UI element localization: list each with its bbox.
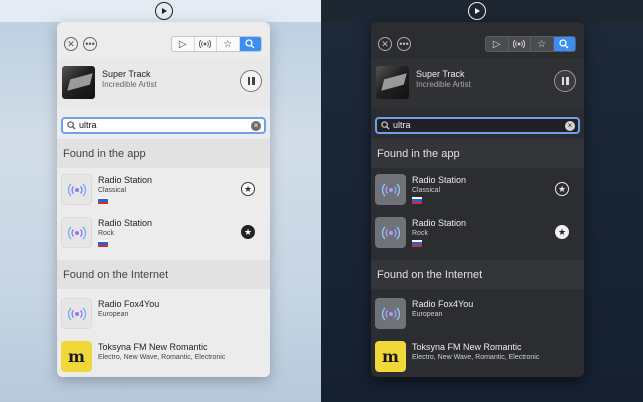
search-icon	[381, 121, 390, 130]
favorite-star-icon[interactable]: ★	[555, 182, 569, 196]
search-icon[interactable]	[553, 37, 575, 51]
russia-flag-icon	[412, 240, 422, 247]
station-genre: Electro, New Wave, Romantic, Electronic	[98, 354, 226, 361]
search-icon	[67, 121, 76, 130]
more-icon[interactable]: •••	[397, 37, 411, 51]
list-item[interactable]: Radio Station Rock ★	[371, 211, 584, 254]
pause-icon	[561, 77, 569, 85]
menu-bar	[0, 0, 321, 22]
radio-waves-icon[interactable]	[509, 37, 531, 51]
search-value: ultra	[79, 120, 97, 130]
radio-waves-icon	[375, 217, 406, 248]
search-area: ultra ×	[57, 108, 270, 139]
favorite-star-icon[interactable]: ★	[241, 225, 255, 239]
station-genre: Rock	[98, 230, 114, 237]
close-icon[interactable]: ✕	[378, 37, 392, 51]
light-theme-panel: ✕ ••• ▷ ☆ Super Track Incredible Artist	[0, 0, 321, 402]
list-item[interactable]: m Toksyna FM New Romantic Electro, New W…	[371, 335, 584, 377]
pause-icon	[247, 77, 255, 85]
station-genre: European	[98, 311, 129, 318]
more-icon[interactable]: •••	[83, 37, 97, 51]
radio-waves-icon	[61, 298, 92, 329]
section-found-on-internet: Found on the Internet	[57, 260, 270, 289]
search-value: ultra	[393, 120, 411, 130]
view-tabs: ▷ ☆	[485, 36, 576, 52]
play-circle-icon[interactable]	[468, 2, 486, 20]
track-title: Super Track	[102, 69, 151, 79]
station-title: Radio Fox4You	[412, 299, 474, 309]
station-title: Toksyna FM New Romantic	[98, 342, 208, 352]
star-icon[interactable]: ☆	[531, 37, 554, 51]
close-icon[interactable]: ✕	[64, 37, 78, 51]
station-title: Toksyna FM New Romantic	[412, 342, 522, 352]
album-art	[62, 66, 95, 99]
station-genre: Classical	[98, 187, 127, 194]
station-title: Radio Station	[98, 175, 153, 185]
list-item[interactable]: Radio Station Classical ★	[57, 168, 270, 211]
album-art	[376, 66, 409, 99]
clear-icon[interactable]: ×	[251, 120, 261, 131]
station-title: Radio Fox4You	[98, 299, 160, 309]
station-title: Radio Station	[98, 218, 153, 228]
radio-popover: ✕ ••• ▷ ☆ Super Track Incredible Artist	[57, 22, 270, 377]
toolbar: ✕ ••• ▷ ☆	[371, 22, 584, 58]
section-found-on-internet: Found on the Internet	[371, 260, 584, 289]
list-item[interactable]: Radio Fox4You European	[371, 292, 584, 335]
search-input[interactable]: ultra ×	[375, 117, 580, 134]
favorite-star-icon[interactable]: ★	[555, 225, 569, 239]
track-artist: Incredible Artist	[416, 80, 471, 89]
radio-waves-icon	[375, 298, 406, 329]
play-icon[interactable]: ▷	[486, 37, 509, 51]
track-title: Super Track	[416, 69, 465, 79]
list-item[interactable]: Radio Station Rock ★	[57, 211, 270, 254]
radio-waves-icon	[61, 174, 92, 205]
search-icon[interactable]	[239, 37, 261, 51]
search-area: ultra ×	[371, 108, 584, 139]
station-genre: Electro, New Wave, Romantic, Electronic	[412, 354, 540, 361]
now-playing: Super Track Incredible Artist	[57, 58, 270, 108]
favorite-star-icon[interactable]: ★	[241, 182, 255, 196]
radio-waves-icon[interactable]	[195, 37, 217, 51]
section-found-in-app: Found in the app	[57, 139, 270, 168]
radio-popover: ✕ ••• ▷ ☆ Super Track Incredible Artist	[371, 22, 584, 377]
list-item[interactable]: Radio Station Classical ★	[371, 168, 584, 211]
pause-button[interactable]	[554, 70, 576, 92]
play-icon[interactable]: ▷	[172, 37, 195, 51]
station-genre: European	[412, 311, 443, 318]
clear-icon[interactable]: ×	[565, 120, 575, 131]
station-title: Radio Station	[412, 175, 467, 185]
track-artist: Incredible Artist	[102, 80, 157, 89]
toksyna-logo: m	[375, 341, 406, 372]
station-genre: Rock	[412, 230, 428, 237]
menu-bar	[321, 0, 643, 22]
list-item[interactable]: m Toksyna FM New Romantic Electro, New W…	[57, 335, 270, 377]
toolbar: ✕ ••• ▷ ☆	[57, 22, 270, 58]
toksyna-logo: m	[61, 341, 92, 372]
radio-waves-icon	[375, 174, 406, 205]
pause-button[interactable]	[240, 70, 262, 92]
russia-flag-icon	[412, 197, 422, 204]
section-found-in-app: Found in the app	[371, 139, 584, 168]
russia-flag-icon	[98, 197, 108, 204]
radio-waves-icon	[61, 217, 92, 248]
list-item[interactable]: Radio Fox4You European	[57, 292, 270, 335]
search-input[interactable]: ultra ×	[61, 117, 266, 134]
now-playing: Super Track Incredible Artist	[371, 58, 584, 108]
play-circle-icon[interactable]	[155, 2, 173, 20]
dark-theme-panel: ✕ ••• ▷ ☆ Super Track Incredible Artist	[321, 0, 643, 402]
russia-flag-icon	[98, 240, 108, 247]
star-icon[interactable]: ☆	[217, 37, 240, 51]
station-genre: Classical	[412, 187, 441, 194]
station-title: Radio Station	[412, 218, 467, 228]
view-tabs: ▷ ☆	[171, 36, 262, 52]
